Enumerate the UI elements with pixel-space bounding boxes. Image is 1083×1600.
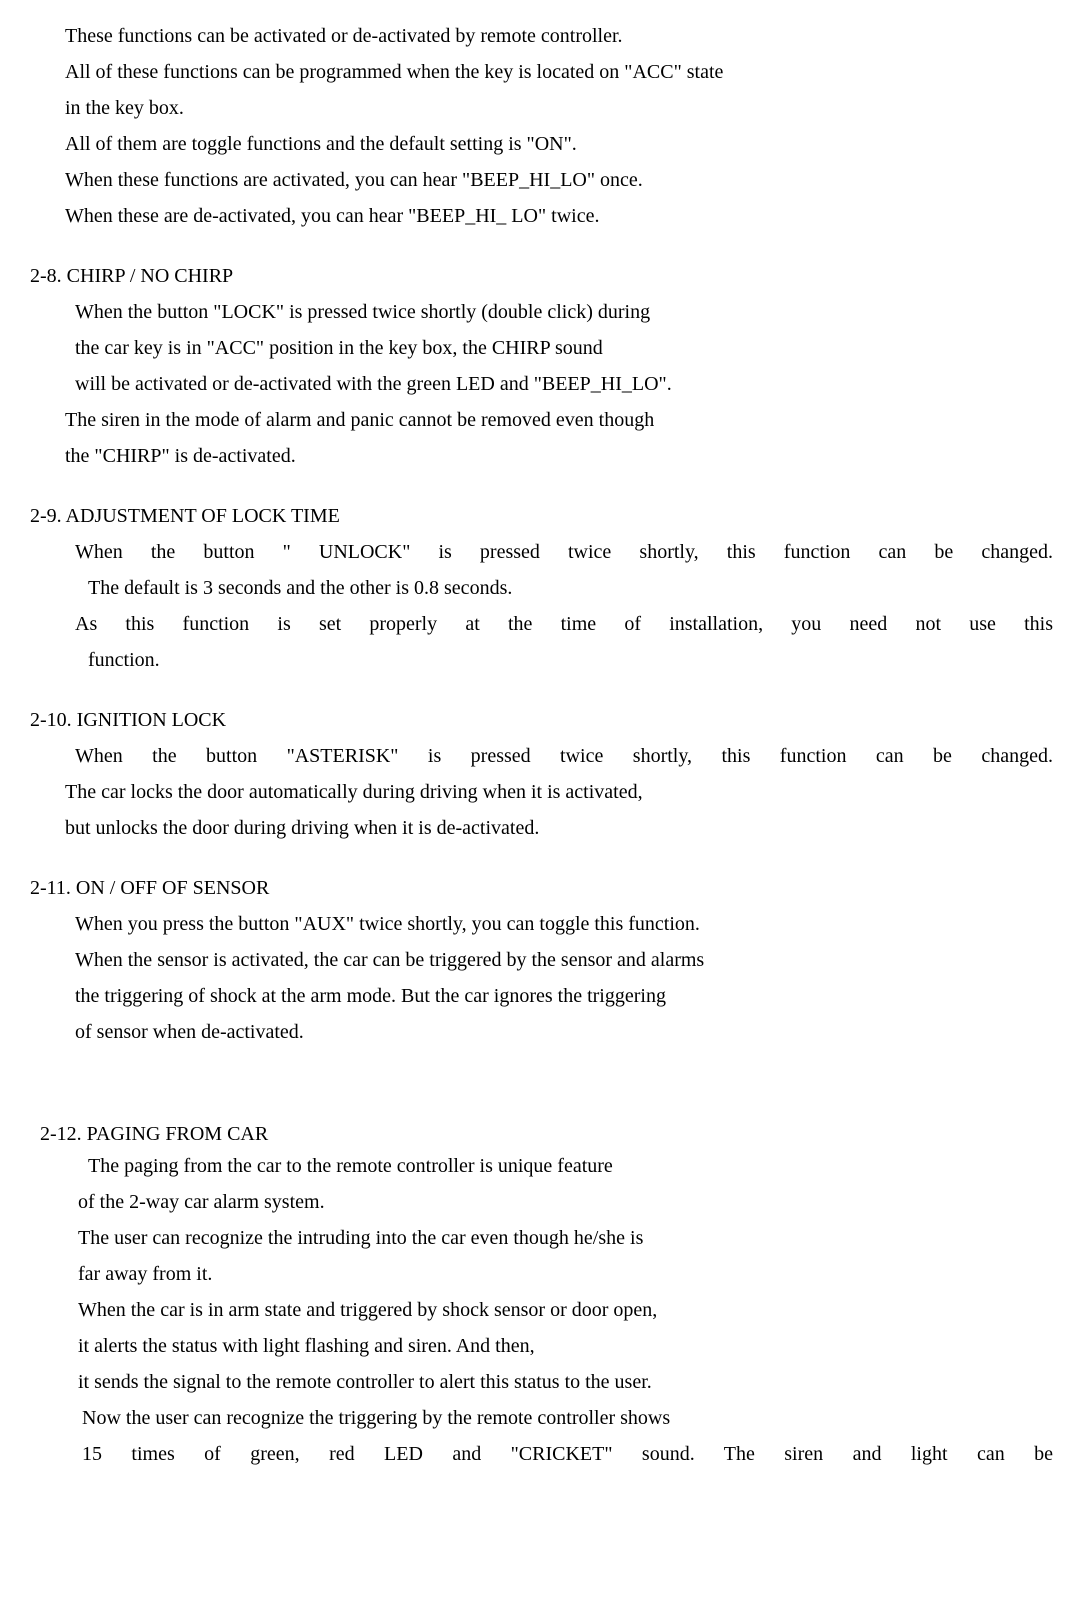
section-2-12-line: Now the user can recognize the triggerin… xyxy=(30,1402,1053,1434)
section-2-9-heading: 2-9. ADJUSTMENT OF LOCK TIME xyxy=(30,500,1053,532)
section-2-12-line: The paging from the car to the remote co… xyxy=(30,1150,1053,1182)
section-2-12-line: far away from it. xyxy=(30,1258,1053,1290)
intro-line: These functions can be activated or de-a… xyxy=(30,20,1053,52)
section-2-8-line: The siren in the mode of alarm and panic… xyxy=(30,404,1053,436)
section-2-12-heading: 2-12. PAGING FROM CAR xyxy=(30,1118,1053,1150)
section-2-12-line: 15 times of green, red LED and "CRICKET"… xyxy=(30,1438,1053,1470)
section-2-10-heading: 2-10. IGNITION LOCK xyxy=(30,704,1053,736)
intro-line: in the key box. xyxy=(30,92,1053,124)
section-2-10-line: The car locks the door automatically dur… xyxy=(30,776,1053,808)
section-2-8-line: When the button "LOCK" is pressed twice … xyxy=(30,296,1053,328)
section-2-12-line: it alerts the status with light flashing… xyxy=(30,1330,1053,1362)
section-2-9-line: The default is 3 seconds and the other i… xyxy=(30,572,1053,604)
intro-line: All of these functions can be programmed… xyxy=(30,56,1053,88)
intro-line: When these functions are activated, you … xyxy=(30,164,1053,196)
section-2-11-line: the triggering of shock at the arm mode.… xyxy=(30,980,1053,1012)
section-2-8-line: will be activated or de-activated with t… xyxy=(30,368,1053,400)
intro-line: All of them are toggle functions and the… xyxy=(30,128,1053,160)
section-2-10-line: When the button "ASTERISK" is pressed tw… xyxy=(30,740,1053,772)
section-2-10-line: but unlocks the door during driving when… xyxy=(30,812,1053,844)
section-2-8-heading: 2-8. CHIRP / NO CHIRP xyxy=(30,260,1053,292)
section-2-8-line: the "CHIRP" is de-activated. xyxy=(30,440,1053,472)
section-2-11-line: When the sensor is activated, the car ca… xyxy=(30,944,1053,976)
section-2-8-line: the car key is in "ACC" position in the … xyxy=(30,332,1053,364)
section-2-11-line: of sensor when de-activated. xyxy=(30,1016,1053,1048)
section-2-11-heading: 2-11. ON / OFF OF SENSOR xyxy=(30,872,1053,904)
section-2-12-line: When the car is in arm state and trigger… xyxy=(30,1294,1053,1326)
intro-block: These functions can be activated or de-a… xyxy=(30,20,1053,232)
section-2-9-line: As this function is set properly at the … xyxy=(30,608,1053,640)
section-2-9-line: function. xyxy=(30,644,1053,676)
section-2-11-line: When you press the button "AUX" twice sh… xyxy=(30,908,1053,940)
section-2-12-line: The user can recognize the intruding int… xyxy=(30,1222,1053,1254)
section-2-12-line: of the 2-way car alarm system. xyxy=(30,1186,1053,1218)
intro-line: When these are de-activated, you can hea… xyxy=(30,200,1053,232)
section-2-12-line: it sends the signal to the remote contro… xyxy=(30,1366,1053,1398)
section-2-9-line: When the button " UNLOCK" is pressed twi… xyxy=(30,536,1053,568)
